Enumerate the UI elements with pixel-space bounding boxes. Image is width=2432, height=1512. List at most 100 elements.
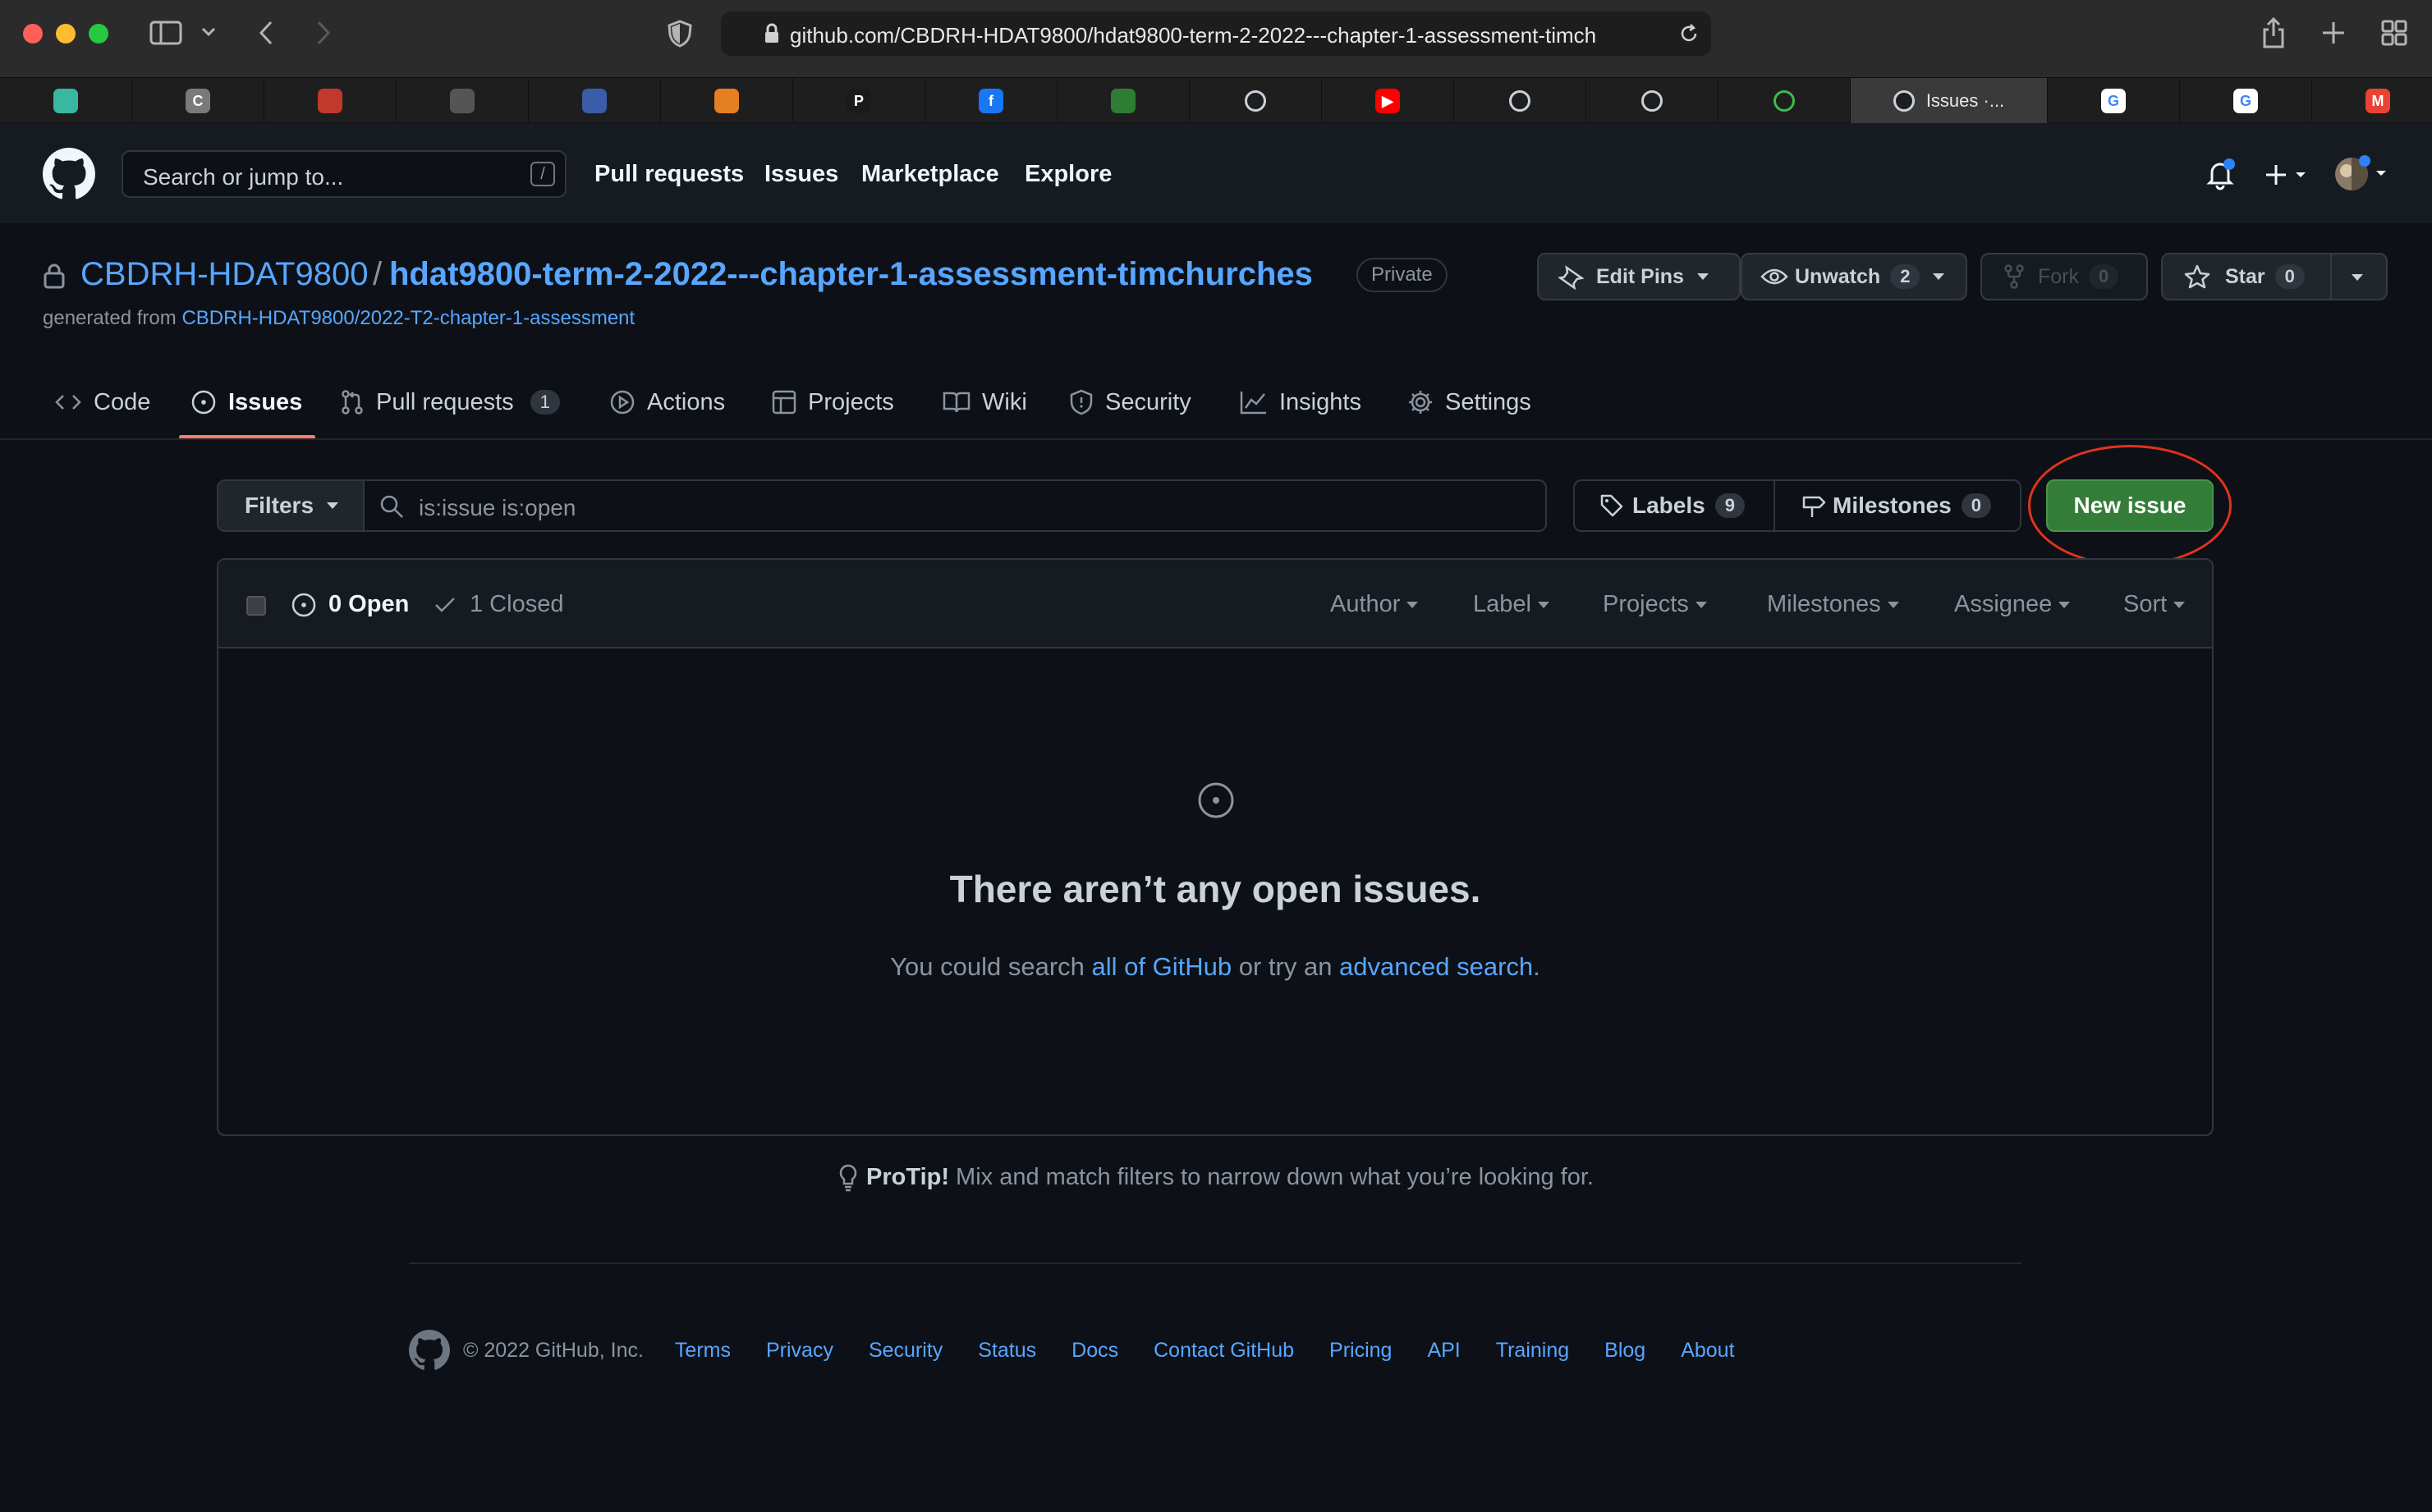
notifications-bell-icon[interactable] bbox=[2204, 158, 2237, 190]
label-dropdown[interactable]: Label bbox=[1473, 591, 1549, 618]
star-icon bbox=[2184, 264, 2210, 289]
tab-wiki[interactable]: Wiki bbox=[943, 379, 1027, 425]
pin-icon bbox=[1558, 265, 1585, 290]
browser-tab[interactable] bbox=[264, 78, 397, 124]
forward-icon[interactable] bbox=[315, 20, 332, 46]
footer-link-about[interactable]: About bbox=[1681, 1339, 1734, 1363]
labels-milestones-group: Labels 9 Milestones 0 bbox=[1573, 479, 2021, 532]
select-all-checkbox[interactable] bbox=[246, 596, 266, 616]
milestones-dropdown[interactable]: Milestones bbox=[1767, 591, 1899, 618]
nav-pull-requests[interactable]: Pull requests bbox=[594, 161, 744, 188]
issue-search-input[interactable]: is:issue is:open bbox=[363, 479, 1547, 532]
graph-icon bbox=[1240, 392, 1266, 415]
unwatch-label: Unwatch bbox=[1795, 264, 1881, 288]
tab-overview-icon[interactable] bbox=[2381, 20, 2407, 46]
tab-settings[interactable]: Settings bbox=[1407, 379, 1531, 425]
reload-icon[interactable] bbox=[1678, 23, 1700, 44]
browser-tab[interactable] bbox=[1058, 78, 1190, 124]
star-button[interactable]: Star 0 bbox=[2161, 253, 2388, 300]
github-icon bbox=[1641, 90, 1663, 112]
footer-link-pricing[interactable]: Pricing bbox=[1329, 1339, 1392, 1363]
youtube-icon: ▶ bbox=[1375, 89, 1400, 113]
create-new-plus-icon[interactable] bbox=[2265, 163, 2314, 187]
browser-tab[interactable] bbox=[1190, 78, 1322, 124]
star-count: 0 bbox=[2274, 264, 2305, 289]
browser-tab[interactable]: M bbox=[2312, 78, 2432, 124]
browser-tab[interactable] bbox=[1586, 78, 1718, 124]
closed-count-label: 1 Closed bbox=[470, 591, 564, 617]
advanced-search-link[interactable]: advanced search bbox=[1339, 952, 1533, 981]
share-icon[interactable] bbox=[2261, 16, 2286, 49]
browser-tab[interactable]: Issues ·... bbox=[1851, 78, 2048, 124]
chevron-down-icon[interactable] bbox=[2352, 274, 2363, 281]
browser-tab-bar: C Pf ▶ Issues ·... G G M bbox=[0, 77, 2432, 124]
privacy-shield-icon[interactable] bbox=[667, 20, 693, 48]
template-repo-link[interactable]: CBDRH-HDAT9800/2022-T2-chapter-1-assessm… bbox=[181, 307, 635, 329]
footer-link-training[interactable]: Training bbox=[1496, 1339, 1569, 1363]
footer-link-privacy[interactable]: Privacy bbox=[766, 1339, 833, 1363]
back-icon[interactable] bbox=[258, 20, 274, 46]
tab-pull-requests[interactable]: Pull requests 1 bbox=[340, 379, 560, 425]
issue-opened-icon bbox=[291, 593, 316, 616]
tab-code[interactable]: Code bbox=[54, 379, 150, 425]
browser-tab[interactable]: C bbox=[132, 78, 264, 124]
footer-link-terms[interactable]: Terms bbox=[675, 1339, 731, 1363]
nav-explore[interactable]: Explore bbox=[1025, 161, 1112, 188]
milestones-button[interactable]: Milestones 0 bbox=[1801, 481, 1991, 530]
browser-tab[interactable] bbox=[529, 78, 661, 124]
repo-name-link[interactable]: hdat9800-term-2-2022---chapter-1-assessm… bbox=[389, 256, 1313, 293]
footer-link-security[interactable]: Security bbox=[869, 1339, 943, 1363]
maximize-window-button[interactable] bbox=[89, 24, 108, 44]
footer-link-status[interactable]: Status bbox=[978, 1339, 1036, 1363]
edit-pins-button[interactable]: Edit Pins bbox=[1537, 253, 1741, 300]
search-all-github-link[interactable]: all of GitHub bbox=[1092, 952, 1232, 981]
fork-label: Fork bbox=[2038, 264, 2079, 288]
unwatch-button[interactable]: Unwatch 2 bbox=[1741, 253, 1967, 300]
nav-issues[interactable]: Issues bbox=[764, 161, 838, 188]
sort-dropdown[interactable]: Sort bbox=[2123, 591, 2185, 618]
footer-link-api[interactable]: API bbox=[1427, 1339, 1460, 1363]
browser-tab[interactable]: G bbox=[2180, 78, 2312, 124]
repo-visibility-badge: Private bbox=[1356, 258, 1448, 292]
tab-issues[interactable]: Issues bbox=[190, 379, 302, 425]
browser-tab[interactable] bbox=[397, 78, 529, 124]
browser-tab[interactable] bbox=[1718, 78, 1851, 124]
chevron-down-icon[interactable] bbox=[200, 26, 217, 38]
browser-tab[interactable] bbox=[661, 78, 793, 124]
repo-lock-icon bbox=[43, 263, 66, 289]
browser-tab[interactable] bbox=[1454, 78, 1586, 124]
footer-link-contact[interactable]: Contact GitHub bbox=[1154, 1339, 1294, 1363]
author-dropdown[interactable]: Author bbox=[1330, 591, 1418, 618]
minimize-window-button[interactable] bbox=[56, 24, 76, 44]
new-tab-icon[interactable] bbox=[2320, 20, 2347, 46]
closed-issues-toggle[interactable]: 1 Closed bbox=[434, 591, 563, 618]
nav-marketplace[interactable]: Marketplace bbox=[861, 161, 999, 188]
footer-link-blog[interactable]: Blog bbox=[1604, 1339, 1645, 1363]
labels-button[interactable]: Labels 9 bbox=[1599, 481, 1745, 530]
open-issues-toggle[interactable]: 0 Open bbox=[291, 591, 409, 618]
github-logo-icon[interactable] bbox=[43, 148, 95, 200]
avatar[interactable] bbox=[2333, 154, 2391, 194]
repo-owner-link[interactable]: CBDRH-HDAT9800 bbox=[80, 256, 368, 293]
browser-tab[interactable] bbox=[0, 78, 132, 124]
projects-dropdown[interactable]: Projects bbox=[1603, 591, 1707, 618]
browser-tab[interactable]: f bbox=[925, 78, 1058, 124]
browser-tab[interactable]: G bbox=[2048, 78, 2180, 124]
close-window-button[interactable] bbox=[23, 24, 43, 44]
browser-tab[interactable]: ▶ bbox=[1322, 78, 1454, 124]
assignee-dropdown[interactable]: Assignee bbox=[1954, 591, 2070, 618]
global-search-input[interactable]: Search or jump to... / bbox=[122, 150, 567, 198]
tab-actions[interactable]: Actions bbox=[609, 379, 725, 425]
footer-link-docs[interactable]: Docs bbox=[1071, 1339, 1118, 1363]
tab-insights[interactable]: Insights bbox=[1240, 379, 1361, 425]
browser-tab[interactable]: P bbox=[793, 78, 925, 124]
address-bar[interactable]: github.com/CBDRH-HDAT9800/hdat9800-term-… bbox=[721, 11, 1711, 56]
filters-button[interactable]: Filters bbox=[217, 479, 365, 532]
tab-settings-label: Settings bbox=[1445, 388, 1531, 415]
sidebar-toggle-icon[interactable] bbox=[149, 20, 182, 46]
fork-button[interactable]: Fork 0 bbox=[1980, 253, 2148, 300]
footer-github-logo-icon[interactable] bbox=[409, 1330, 450, 1371]
tab-security[interactable]: Security bbox=[1069, 379, 1191, 425]
tab-projects[interactable]: Projects bbox=[772, 379, 894, 425]
generic-app-icon bbox=[53, 89, 78, 113]
